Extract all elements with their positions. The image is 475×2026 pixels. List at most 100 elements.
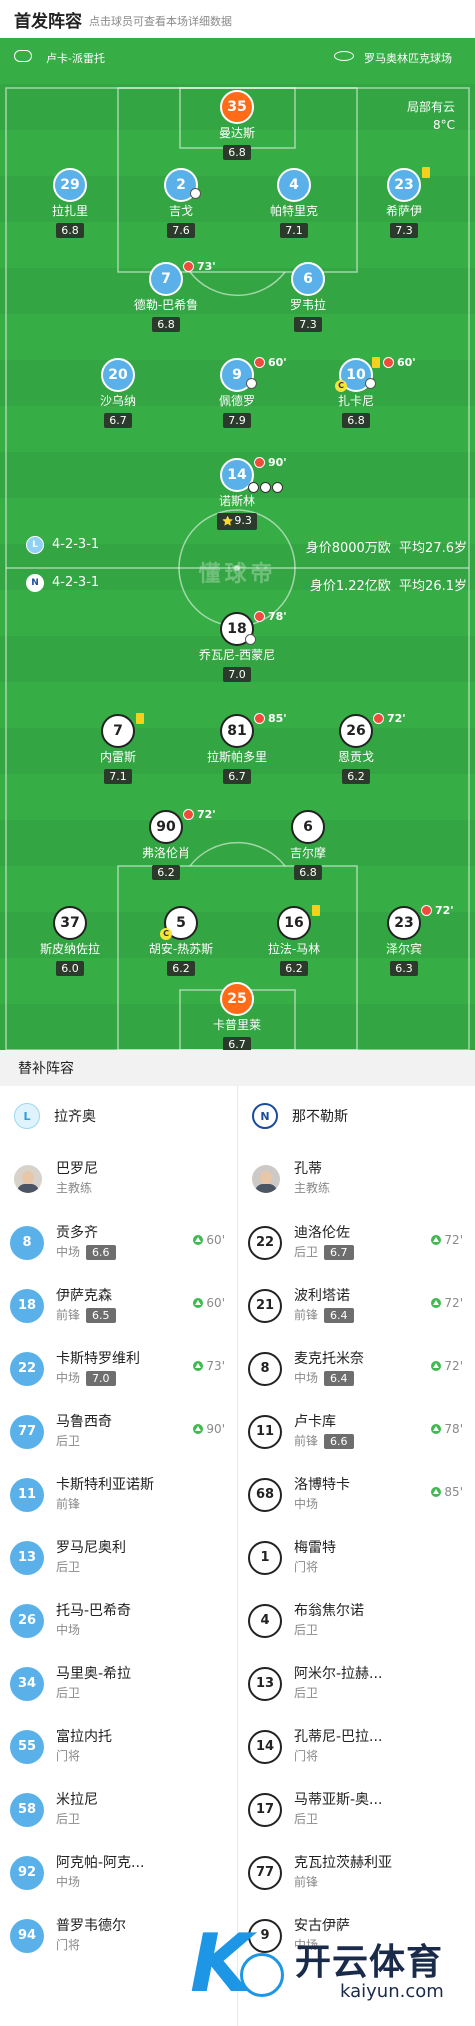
sub-position-line: 后卫 [56,1810,98,1829]
sub-in-icon [193,1235,204,1245]
sub-in-minute: 60' [206,1296,225,1310]
sub-in-icon [193,1424,204,1434]
sub-player-row[interactable]: 4 布翁焦尔诺 后卫 [238,1589,475,1652]
sub-player-row[interactable]: 11 卢卡库 前锋 6.6 78' [238,1400,475,1463]
sub-number: 55 [10,1729,44,1764]
player-napoli-25[interactable]: 25 卡普里莱 6.7 [187,982,287,1050]
sub-player-row[interactable]: 68 洛博特卡 中场 85' [238,1463,475,1526]
coach-avatar [14,1164,42,1193]
player-number: 5 C [160,906,198,940]
player-lazio-23[interactable]: 23 希萨伊 7.3 [354,167,454,238]
player-name: 佩德罗 [218,394,255,408]
player-napoli-7[interactable]: 7 内雷斯 7.1 [68,713,168,784]
player-lazio-4[interactable]: 4 帕特里克 7.1 [244,168,344,238]
sub-in-badge: 60' [193,1233,225,1247]
sub-info: 罗马尼奥利 后卫 [56,1539,126,1577]
sub-info: 阿克帕-阿克... 中场 [56,1854,144,1892]
sub-in-minute: 72' [444,1233,463,1247]
sub-info: 马里奥-希拉 后卫 [56,1665,131,1703]
player-name: 斯皮纳佐拉 [39,942,100,956]
sub-position-line: 门将 [294,1747,382,1766]
player-napoli-16[interactable]: 16 拉法-马林 6.2 [244,905,344,976]
sub-player-row[interactable]: 92 阿克帕-阿克... 中场 [0,1841,237,1904]
sub-player-row[interactable]: 77 马鲁西奇 后卫 90' [0,1400,237,1463]
player-napoli-26[interactable]: 26 72' 恩贡戈 6.2 [306,712,406,784]
sub-player-row[interactable]: 13 阿米尔-拉赫... 后卫 [238,1652,475,1715]
captain-icon: C [335,380,347,392]
player-rating: 6.8 [152,317,180,332]
player-napoli-90[interactable]: 90 72' 弗洛伦肖 6.2 [116,808,216,880]
player-lazio-7[interactable]: 7 73' 德勒-巴希鲁 6.8 [116,260,216,332]
sub-number: 13 [248,1666,282,1701]
player-number: 6 [291,810,325,844]
sub-info: 阿米尔-拉赫... 后卫 [294,1665,382,1703]
sub-player-row[interactable]: 22 卡斯特罗维利 中场 7.0 73' [0,1337,237,1400]
sub-name: 罗马尼奥利 [56,1539,126,1556]
sub-position: 前锋 [294,1874,319,1889]
player-name: 泽尔宾 [385,942,422,956]
player-rating: 6.8 [342,413,370,428]
player-lazio-29[interactable]: 29 拉扎里 6.8 [20,168,120,238]
player-rating: 7.3 [390,223,418,238]
sub-player-row[interactable]: 17 马蒂亚斯-奥... 后卫 [238,1778,475,1841]
sub-player-row[interactable]: 77 克瓦拉茨赫利亚 前锋 [238,1841,475,1904]
sub-out-badge: 78' [254,610,287,623]
sub-player-row[interactable]: 11 卡斯特利亚诺斯 前锋 [0,1463,237,1526]
sub-player-row[interactable]: 18 伊萨克森 前锋 6.5 60' [0,1274,237,1337]
player-napoli-37[interactable]: 37 斯皮纳佐拉 6.0 [20,906,120,976]
lazio-team-row[interactable]: L 拉齐奥 [0,1086,237,1146]
player-name: 罗韦拉 [289,298,326,312]
player-number-text: 26 [346,723,366,739]
sub-in-icon [431,1235,442,1245]
sub-player-row[interactable]: 8 贡多齐 中场 6.6 60' [0,1211,237,1274]
yellow-card-icon [312,905,320,916]
napoli-formation: 4-2-3-1 [52,575,100,590]
sub-position-line: 中场 [56,1621,131,1640]
sub-in-minute: 85' [444,1485,463,1499]
napoli-team-row[interactable]: N 那不勒斯 [238,1086,475,1146]
player-lazio-14[interactable]: 14 90' 诺斯林 9.3 [187,456,287,530]
sub-name: 卡斯特罗维利 [56,1350,140,1367]
player-napoli-18[interactable]: 18 78' 乔瓦尼-西蒙尼 7.0 [187,610,287,682]
player-number: 7 73' [149,260,216,296]
sub-rating: 6.4 [324,1307,354,1323]
weather-info: 局部有云 8°C [407,98,455,134]
player-lazio-2[interactable]: 2 吉戈 7.6 [131,168,231,238]
sub-player-row[interactable]: 1 梅雷特 门将 [238,1526,475,1589]
player-name: 拉斯帕多里 [206,750,267,764]
player-lazio-6[interactable]: 6 罗韦拉 7.3 [258,262,358,332]
lazio-coach-row[interactable]: 巴罗尼 主教练 [0,1146,237,1211]
player-napoli-5[interactable]: 5 C 胡安-热苏斯 6.2 [131,906,231,976]
player-napoli-6[interactable]: 6 吉尔摩 6.8 [258,810,358,880]
player-napoli-81[interactable]: 81 85' 拉斯帕多里 6.7 [187,712,287,784]
sub-position-line: 前锋 6.6 [294,1432,354,1451]
sub-player-row[interactable]: 13 罗马尼奥利 后卫 [0,1526,237,1589]
sub-name: 马里奥-希拉 [56,1665,132,1682]
napoli-coach-row[interactable]: 孔蒂 主教练 [238,1146,475,1211]
player-lazio-35[interactable]: 35 曼达斯 6.8 [187,90,287,160]
sub-position: 中场 [294,1370,319,1385]
player-lazio-9[interactable]: 9 60' 佩德罗 7.9 [187,356,287,428]
goal-icon [248,482,259,493]
player-name: 拉扎里 [51,204,88,218]
sub-player-row[interactable]: 22 迪洛伦佐 后卫 6.7 72' [238,1211,475,1274]
player-lazio-10[interactable]: 10 60' C 扎卡尼 6.8 [306,356,416,428]
player-number: 20 [101,358,135,392]
sub-number: 58 [10,1792,44,1827]
player-name: 吉戈 [168,204,193,218]
sub-player-row[interactable]: 26 托马-巴希奇 中场 [0,1589,237,1652]
napoli-crest-icon: N [252,1103,278,1129]
player-name: 弗洛伦肖 [141,846,190,860]
sub-player-row[interactable]: 8 麦克托米奈 中场 6.4 72' [238,1337,475,1400]
player-rating: 7.9 [223,413,251,428]
whistle-icon [14,50,32,62]
sub-player-row[interactable]: 58 米拉尼 后卫 [0,1778,237,1841]
sub-player-row[interactable]: 55 富拉内托 门将 [0,1715,237,1778]
coach-name: 巴罗尼 [56,1160,98,1177]
sub-player-row[interactable]: 21 波利塔诺 前锋 6.4 72' [238,1274,475,1337]
player-lazio-20[interactable]: 20 沙乌纳 6.7 [68,358,168,428]
sub-player-row[interactable]: 14 孔蒂尼-巴拉... 门将 [238,1715,475,1778]
player-number: 25 [220,982,254,1016]
player-napoli-23[interactable]: 23 72' 泽尔宾 6.3 [354,904,454,976]
sub-player-row[interactable]: 34 马里奥-希拉 后卫 [0,1652,237,1715]
